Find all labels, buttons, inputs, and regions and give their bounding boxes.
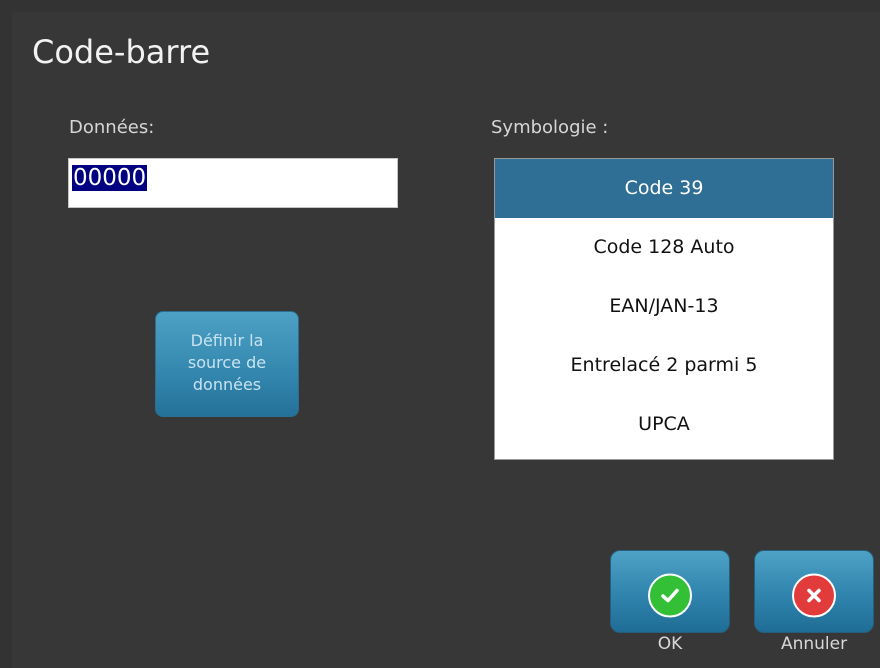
- barcode-dialog: Code-barre Données: 00000 Définir la sou…: [12, 12, 880, 668]
- symbology-option-ean-jan-13[interactable]: EAN/JAN-13: [495, 277, 833, 336]
- symbology-option-upca[interactable]: UPCA: [495, 395, 833, 454]
- symbology-option-code-128-auto[interactable]: Code 128 Auto: [495, 218, 833, 277]
- symbology-option-interleaved-2-of-5[interactable]: Entrelacé 2 parmi 5: [495, 336, 833, 395]
- close-icon: [792, 573, 836, 618]
- symbology-list[interactable]: Code 39 Code 128 Auto EAN/JAN-13 Entrela…: [494, 158, 834, 460]
- cancel-label: Annuler: [780, 634, 848, 654]
- data-label: Données:: [69, 117, 155, 138]
- symbology-option-code-39[interactable]: Code 39: [495, 159, 833, 218]
- data-value: 00000: [72, 165, 148, 191]
- cancel-button[interactable]: [754, 550, 874, 633]
- dialog-title: Code-barre: [32, 33, 211, 71]
- symbology-label: Symbologie :: [491, 117, 609, 138]
- ok-label: OK: [657, 634, 683, 654]
- data-input[interactable]: 00000: [68, 158, 398, 208]
- ok-button[interactable]: [610, 550, 730, 633]
- define-data-source-button[interactable]: Définir la source de données: [155, 311, 299, 417]
- check-icon: [648, 573, 692, 618]
